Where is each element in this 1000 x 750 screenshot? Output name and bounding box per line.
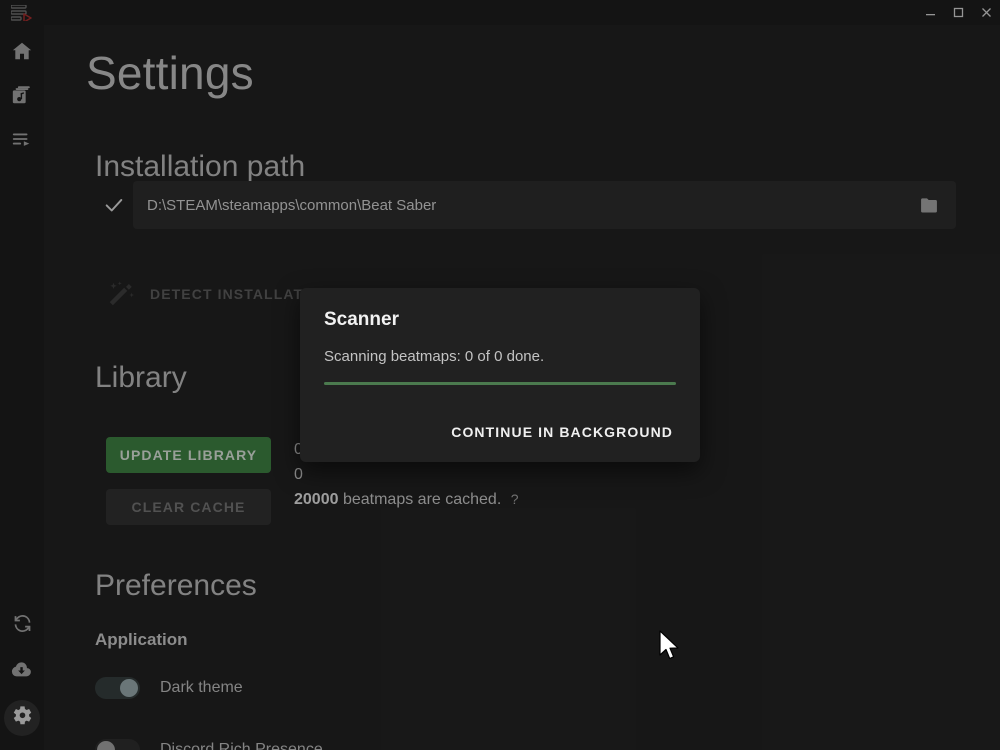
continue-in-background-button[interactable]: CONTINUE IN BACKGROUND <box>441 416 683 448</box>
scanner-dialog-title: Scanner <box>324 309 399 330</box>
scanner-dialog: Scanner Scanning beatmaps: 0 of 0 done. … <box>300 288 700 462</box>
scanner-dialog-message: Scanning beatmaps: 0 of 0 done. <box>324 348 545 365</box>
app-window: Settings Installation path D:\STEAM\stea… <box>0 0 1000 750</box>
scanner-progress-track <box>324 382 676 385</box>
scanner-progress-bar <box>324 382 676 385</box>
